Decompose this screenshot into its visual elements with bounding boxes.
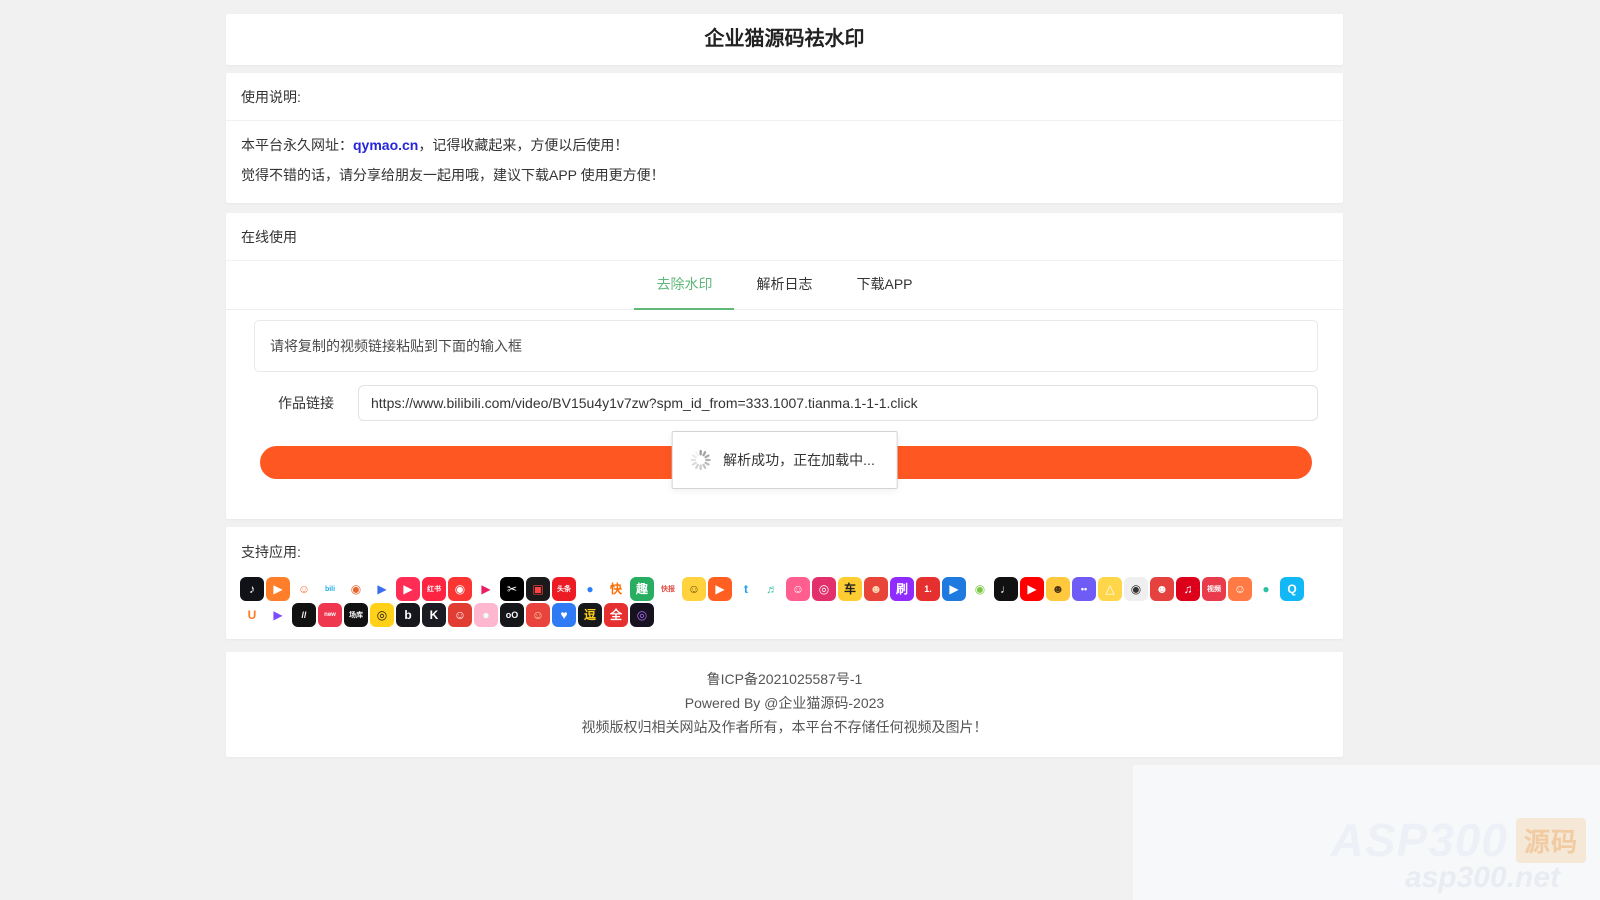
app-icon-new-badge: new bbox=[318, 603, 342, 627]
app-icon-red-face: ☺ bbox=[448, 603, 472, 627]
tab-parse-log[interactable]: 解析日志 bbox=[734, 261, 834, 309]
online-header: 在线使用 bbox=[226, 213, 1343, 261]
app-icon-toutiao: 头条 bbox=[552, 577, 576, 601]
qymao-link[interactable]: qymao.cn bbox=[353, 137, 418, 153]
app-icon-black-b: b bbox=[396, 603, 420, 627]
app-icon-sogou: ☺ bbox=[682, 577, 706, 601]
main-container: 企业猫源码祛水印 使用说明: 本平台永久网址：qymao.cn，记得收藏起来，方… bbox=[226, 0, 1343, 757]
page-title: 企业猫源码祛水印 bbox=[226, 14, 1343, 65]
work-link-label: 作品链接 bbox=[254, 385, 358, 421]
app-icon-pipixia: ☺ bbox=[292, 577, 316, 601]
app-icon-red-play: ▶ bbox=[396, 577, 420, 601]
footer-powered-by: Powered By @企业猫源码-2023 bbox=[226, 691, 1343, 715]
tab-bar: 去除水印 解析日志 下载APP bbox=[226, 261, 1343, 310]
support-header: 支持应用: bbox=[226, 527, 1343, 573]
app-icon-dark-eye: ◉ bbox=[1124, 577, 1148, 601]
app-icon-qutoutiao: 趣 bbox=[630, 577, 654, 601]
app-icon-laugh-face: ☻ bbox=[1150, 577, 1174, 601]
usage-line1: 本平台永久网址：qymao.cn，记得收藏起来，方便以后使用！ bbox=[241, 130, 1328, 160]
app-icon-doupai: 逗 bbox=[578, 603, 602, 627]
work-link-input[interactable] bbox=[358, 385, 1318, 421]
app-icon-music-note: ♩ bbox=[994, 577, 1018, 601]
app-icon-meipai: ● bbox=[474, 603, 498, 627]
support-card: 支持应用: ♪▶☺bili◉▶▶红书◉▶✂▣头条●快趣快报☺▶t♬☺◎车☻刷1.… bbox=[226, 527, 1343, 639]
app-icon-monkey: ☺ bbox=[526, 603, 550, 627]
app-icon-youtube: ▶ bbox=[1020, 577, 1044, 601]
app-icon-anime-girl: ☺ bbox=[1228, 577, 1252, 601]
app-icon-shuabao: 刷 bbox=[890, 577, 914, 601]
app-icon-uc: U bbox=[240, 603, 264, 627]
online-card: 在线使用 去除水印 解析日志 下载APP 请将复制的视频链接粘贴到下面的输入框 … bbox=[226, 213, 1343, 519]
app-icon-kuai: 快 bbox=[604, 577, 628, 601]
watermark-brand: ASP300 源码 bbox=[1331, 813, 1586, 867]
supported-apps-grid: ♪▶☺bili◉▶▶红书◉▶✂▣头条●快趣快报☺▶t♬☺◎车☻刷1.▶◉♩▶☻•… bbox=[226, 573, 1343, 627]
app-icon-blue-heart: ♥ bbox=[552, 603, 576, 627]
watermark-panel: ASP300 源码 asp300.net bbox=[1133, 765, 1600, 900]
app-icon-yellow-duck: △ bbox=[1098, 577, 1122, 601]
app-icon-vue: ◎ bbox=[630, 603, 654, 627]
title-card: 企业猫源码祛水印 bbox=[226, 14, 1343, 65]
app-icon-dancer: ♬ bbox=[760, 577, 784, 601]
watermark-domain: asp300.net bbox=[1405, 861, 1560, 895]
app-icon-qq: Q bbox=[1280, 577, 1304, 601]
footer-disclaimer: 视频版权归相关网站及作者所有，本平台不存储任何视频及图片！ bbox=[226, 715, 1343, 739]
link-form-row: 作品链接 bbox=[254, 385, 1318, 421]
app-icon-car: 车 bbox=[838, 577, 862, 601]
app-icon-blue-eyes: •• bbox=[1072, 577, 1096, 601]
app-icon-kaiyan: ◎ bbox=[370, 603, 394, 627]
tab-download-app[interactable]: 下载APP bbox=[834, 261, 934, 309]
app-icon-bilibili: bili bbox=[318, 577, 342, 601]
app-icon-green-eye: ◉ bbox=[968, 577, 992, 601]
app-icon-instagram: ◎ bbox=[812, 577, 836, 601]
usage-header: 使用说明: bbox=[226, 73, 1343, 121]
app-icon-kuaiying: K bbox=[422, 603, 446, 627]
app-icon-weishi: ▶ bbox=[370, 577, 394, 601]
footer-card: 鲁ICP备2021025587号-1 Powered By @企业猫源码-202… bbox=[226, 652, 1343, 757]
app-icon-haokan: ▶ bbox=[708, 577, 732, 601]
loading-spinner-icon bbox=[688, 448, 712, 472]
app-icon-tencent-news: ● bbox=[578, 577, 602, 601]
loading-toast-text: 解析成功，正在加载中... bbox=[723, 450, 875, 470]
app-icon-xigua: ◉ bbox=[448, 577, 472, 601]
app-icon-oasis: ● bbox=[1254, 577, 1278, 601]
app-icon-pink-cat: ☺ bbox=[786, 577, 810, 601]
app-icon-black-camera: ▣ bbox=[526, 577, 550, 601]
app-icon-douyin: ♪ bbox=[240, 577, 264, 601]
app-icon-netease-music: ♫ bbox=[1176, 577, 1200, 601]
app-icon-weishi-eyes: oO bbox=[500, 603, 524, 627]
app-icon-shipin: 视频 bbox=[1202, 577, 1226, 601]
watermark-badge: 源码 bbox=[1516, 818, 1586, 863]
app-icon-xiaohongshu: 红书 bbox=[422, 577, 446, 601]
footer-icp: 鲁ICP备2021025587号-1 bbox=[226, 667, 1343, 691]
app-icon-boy-face: ☻ bbox=[864, 577, 888, 601]
app-icon-pear-video: ▶ bbox=[266, 603, 290, 627]
app-icon-kuaibao: 快报 bbox=[656, 577, 680, 601]
app-icon-twitter: t bbox=[734, 577, 758, 601]
app-icon-weibo: ◉ bbox=[344, 577, 368, 601]
usage-card: 使用说明: 本平台永久网址：qymao.cn，记得收藏起来，方便以后使用！ 觉得… bbox=[226, 73, 1343, 203]
usage-line1-suffix: ，记得收藏起来，方便以后使用！ bbox=[418, 137, 628, 153]
app-icon-yidian: 1. bbox=[916, 577, 940, 601]
usage-line1-prefix: 本平台永久网址： bbox=[241, 137, 353, 153]
app-icon-blue-play: ▶ bbox=[942, 577, 966, 601]
app-icon-kuaishou: ▶ bbox=[266, 577, 290, 601]
app-icon-quanmin: 全 bbox=[604, 603, 628, 627]
watermark-brand-text: ASP300 bbox=[1331, 813, 1508, 867]
usage-line2: 觉得不错的话，请分享给朋友一起用哦，建议下载APP 使用更方便！ bbox=[241, 160, 1328, 190]
app-icon-zuiyou: // bbox=[292, 603, 316, 627]
tab-remove-watermark[interactable]: 去除水印 bbox=[634, 261, 734, 309]
usage-body: 本平台永久网址：qymao.cn，记得收藏起来，方便以后使用！ 觉得不错的话，请… bbox=[226, 121, 1343, 203]
app-icon-capcut: ✂ bbox=[500, 577, 524, 601]
app-icon-changku: 场库 bbox=[344, 603, 368, 627]
loading-toast: 解析成功，正在加载中... bbox=[671, 431, 898, 489]
app-icon-magenta-play: ▶ bbox=[474, 577, 498, 601]
app-icon-yellow-cow: ☻ bbox=[1046, 577, 1070, 601]
paste-tip: 请将复制的视频链接粘贴到下面的输入框 bbox=[254, 320, 1318, 372]
